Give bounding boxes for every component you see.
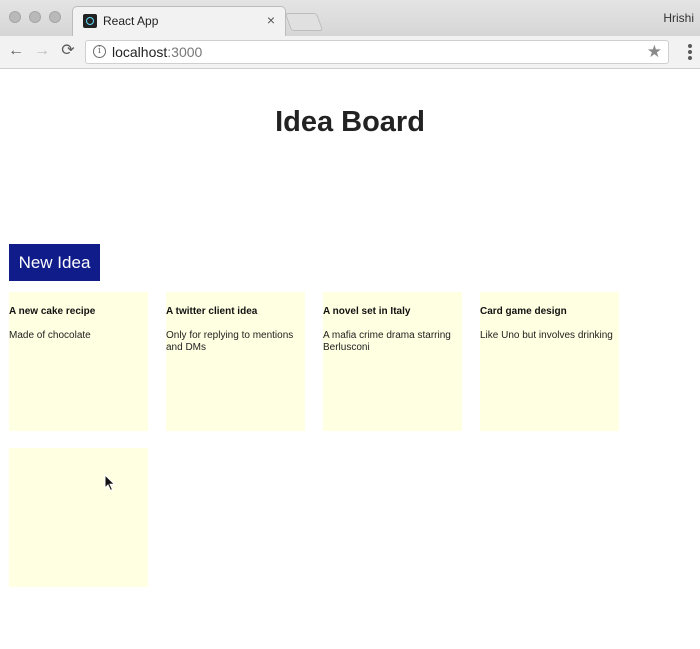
back-icon[interactable]: ← — [7, 42, 25, 60]
new-tab-button[interactable] — [284, 13, 324, 31]
address-bar[interactable]: i localhost:3000 ★ — [85, 40, 669, 64]
idea-title[interactable]: A novel set in Italy — [323, 306, 462, 317]
page-title: Idea Board — [275, 106, 425, 138]
maximize-window-button[interactable] — [49, 11, 61, 23]
url-text: localhost:3000 — [112, 44, 202, 60]
forward-icon[interactable]: → — [33, 42, 51, 60]
idea-tile[interactable]: Card game design Like Uno but involves d… — [480, 292, 619, 431]
idea-body[interactable]: Like Uno but involves drinking — [480, 330, 619, 342]
idea-tile-new[interactable] — [9, 448, 148, 587]
new-idea-button[interactable]: New Idea — [9, 244, 100, 281]
url-port: :3000 — [167, 44, 203, 60]
browser-toolbar: ← → ⟳ i localhost:3000 ★ — [0, 36, 700, 69]
idea-tile[interactable]: A new cake recipe Made of chocolate — [9, 292, 148, 431]
browser-titlebar: React App × Hrishi — [0, 0, 700, 36]
tab-title: React App — [103, 14, 159, 28]
idea-body[interactable]: Only for replying to mentions and DMs — [166, 330, 305, 354]
idea-body[interactable]: Made of chocolate — [9, 330, 148, 342]
profile-name[interactable]: Hrishi — [663, 11, 694, 25]
close-window-button[interactable] — [9, 11, 21, 23]
browser-tab[interactable]: React App × — [72, 6, 286, 36]
reload-icon[interactable]: ⟳ — [59, 42, 77, 60]
mouse-cursor-icon — [104, 474, 116, 492]
tab-close-icon[interactable]: × — [267, 12, 275, 28]
idea-title[interactable]: A twitter client idea — [166, 306, 305, 317]
idea-tile[interactable]: A novel set in Italy A mafia crime drama… — [323, 292, 462, 431]
idea-body[interactable]: A mafia crime drama starring Berlusconi — [323, 330, 462, 354]
bookmark-star-icon[interactable]: ★ — [647, 42, 662, 62]
react-favicon-icon — [83, 14, 97, 28]
idea-title[interactable]: A new cake recipe — [9, 306, 148, 317]
idea-tile[interactable]: A twitter client idea Only for replying … — [166, 292, 305, 431]
idea-title[interactable]: Card game design — [480, 306, 619, 317]
minimize-window-button[interactable] — [29, 11, 41, 23]
url-host: localhost — [112, 44, 168, 60]
info-icon[interactable]: i — [93, 45, 106, 58]
browser-menu-icon[interactable] — [688, 44, 692, 60]
